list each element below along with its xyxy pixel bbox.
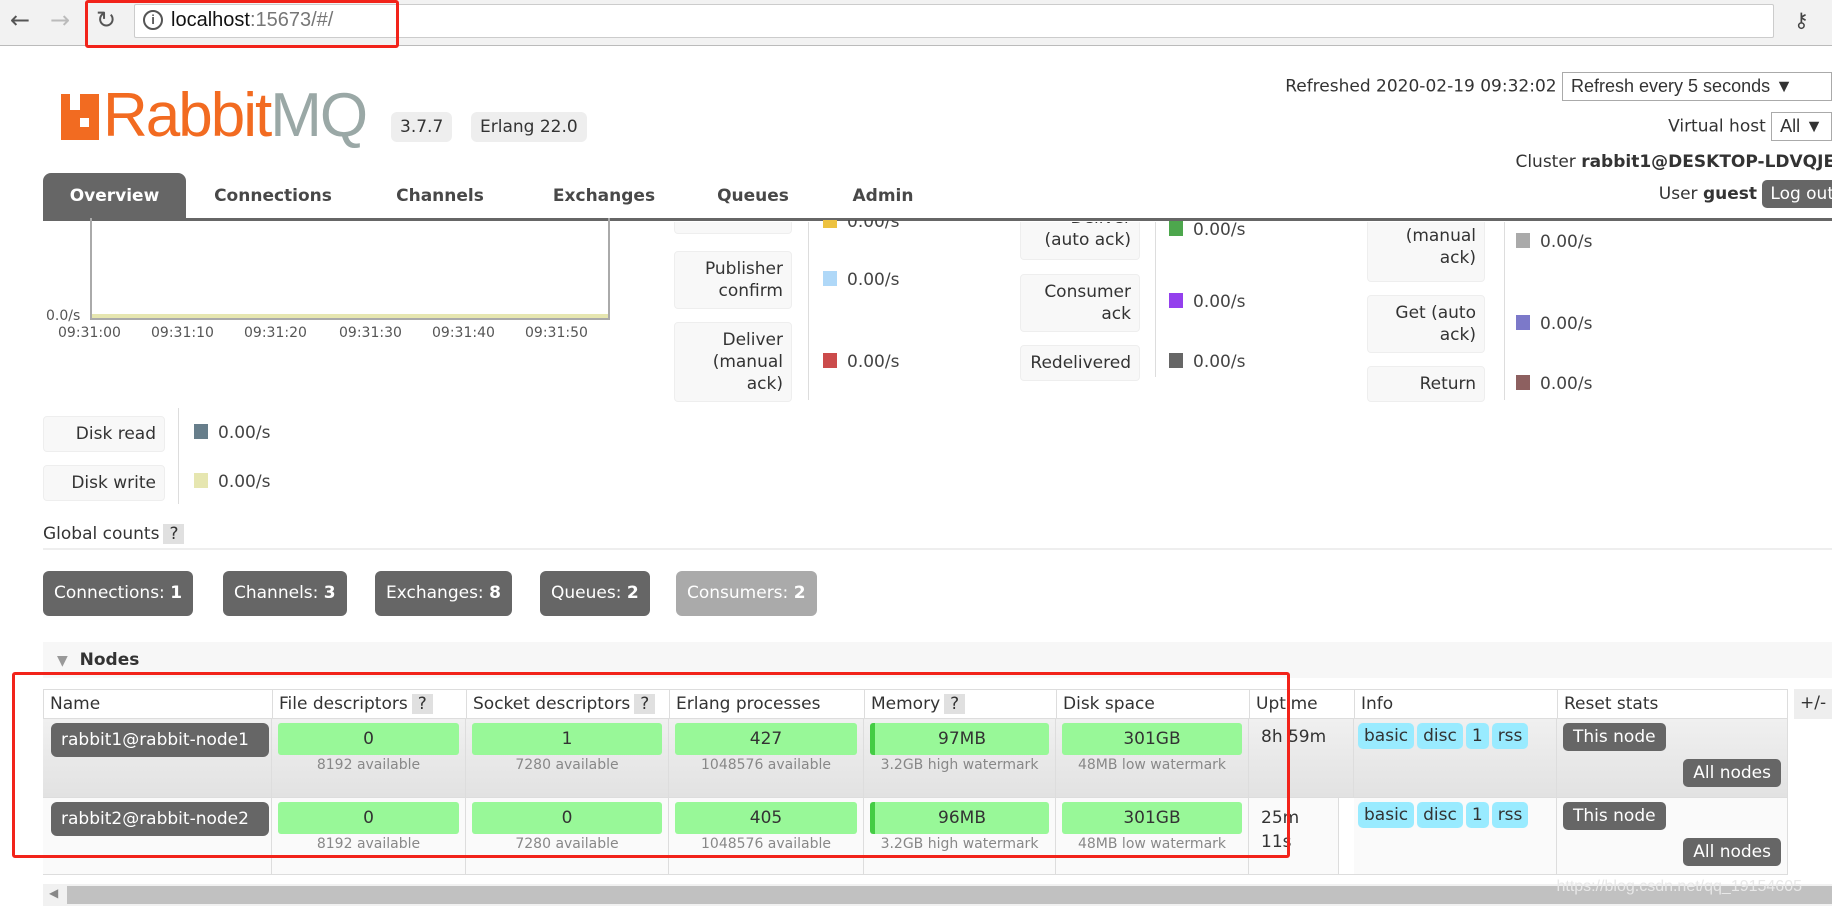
legend-swatch [1169,221,1183,236]
rate-value-redelivered: 0.00/s [1169,352,1245,372]
rate-value-deliver-auto: 0.00/s [1169,220,1245,240]
rabbitmq-logo: RabbitMQ [61,80,368,151]
info-badge: disc [1417,723,1463,749]
watermark: https://blog.csdn.net/qq_19154605 [1556,878,1802,895]
vhost-area: Virtual host All ▼ [1668,112,1832,141]
reset-this-node-button[interactable]: This node [1563,802,1666,830]
info-badge: basic [1358,802,1415,828]
channels-count-button[interactable]: Channels: 3 [223,571,347,616]
rate-value-disk-read: 0.00/s [194,423,270,443]
queues-count-button[interactable]: Queues: 2 [540,571,650,616]
rate-value-deliver-manual: 0.00/s [823,352,899,372]
legend-swatch [194,473,208,488]
cluster-info: Cluster rabbit1@DESKTOP-LDVQJEM [1515,152,1832,172]
annotation-box [12,672,1290,858]
main-tabs: Overview Connections Channels Exchanges … [43,173,1832,221]
info-badge: disc [1417,802,1463,828]
legend-swatch [823,353,837,368]
chart-series-area [92,314,608,318]
columns-toggle-button[interactable]: +/- [1794,689,1832,719]
legend-swatch [1516,315,1530,330]
info-badge: basic [1358,723,1415,749]
annotation-box [85,0,399,48]
rate-label-return: Return [1367,366,1485,402]
legend-swatch [823,271,837,286]
rate-value-publisher-confirm: 0.00/s [823,270,899,290]
rate-value-return: 0.00/s [1516,374,1592,394]
refresh-select[interactable]: Refresh every 5 seconds ▼ [1562,72,1832,101]
tab-exchanges[interactable]: Exchanges [539,173,669,218]
version-badge: 3.7.7 [391,112,453,142]
col-info: Info [1354,689,1558,719]
reset-this-node-button[interactable]: This node [1563,723,1666,751]
refresh-area: Refreshed 2020-02-19 09:32:02 Refresh ev… [1285,72,1832,101]
reset-all-nodes-button[interactable]: All nodes [1683,759,1781,787]
forward-icon[interactable]: → [50,6,70,34]
chart-y-label: 0.0/s [46,308,81,324]
rate-value-get-manual: 0.00/s [1516,232,1592,252]
info-badge: rss [1491,723,1529,749]
tab-queues[interactable]: Queues [703,173,803,218]
chart-x-tick: 09:31:00 [58,325,121,341]
rate-label-deliver-manual: Deliver (manual ack) [674,322,792,402]
message-rates-chart [90,218,610,320]
rate-value-consumer-ack: 0.00/s [1169,292,1245,312]
chart-x-tick: 09:31:30 [339,325,402,341]
legend-swatch [1516,375,1530,390]
vhost-select[interactable]: All ▼ [1771,112,1832,141]
tab-connections[interactable]: Connections [203,173,343,218]
rate-label-get-auto: Get (auto ack) [1367,295,1485,353]
tab-channels[interactable]: Channels [385,173,495,218]
chart-x-tick: 09:31:40 [432,325,495,341]
chart-x-tick: 09:31:50 [525,325,588,341]
chart-x-tick: 09:31:10 [151,325,214,341]
tab-admin[interactable]: Admin [833,173,933,218]
rate-label-consumer-ack: Consumer ack [1020,274,1140,332]
key-icon[interactable]: ⚷ [1794,8,1809,32]
back-icon[interactable]: ← [10,6,30,34]
reset-all-nodes-button[interactable]: All nodes [1683,838,1781,866]
erlang-badge: Erlang 22.0 [471,112,587,142]
info-badge: 1 [1465,802,1489,828]
connections-count-button[interactable]: Connections: 1 [43,571,194,616]
scroll-left-icon[interactable]: ◀ [49,886,58,900]
rate-value-disk-write: 0.00/s [194,472,270,492]
logo-mark-icon [61,94,99,140]
rate-label-publisher-confirm: Publisher confirm [674,251,792,309]
tab-overview[interactable]: Overview [43,173,186,218]
legend-swatch [1169,353,1183,368]
info-badge: rss [1491,802,1529,828]
consumers-count-button[interactable]: Consumers: 2 [676,571,817,616]
legend-swatch [1169,293,1183,308]
rate-label-redelivered: Redelivered [1020,345,1140,381]
col-reset-stats: Reset stats [1557,689,1788,719]
rate-label-disk-read: Disk read [43,416,165,452]
collapse-triangle-icon: ▼ [57,653,68,669]
info-badge: 1 [1465,723,1489,749]
rate-value-get-auto: 0.00/s [1516,314,1592,334]
global-counts-heading: Global counts? [43,524,1832,550]
chart-x-tick: 09:31:20 [244,325,307,341]
exchanges-count-button[interactable]: Exchanges: 8 [375,571,512,616]
rate-label-disk-write: Disk write [43,465,165,501]
legend-swatch [1516,233,1530,248]
legend-swatch [194,424,208,439]
help-button[interactable]: ? [163,524,185,544]
